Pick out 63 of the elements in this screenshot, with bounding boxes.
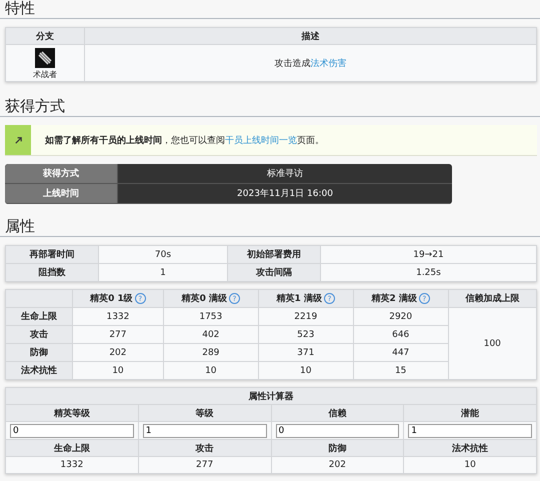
table-cell: 10 [163,362,258,380]
row-header: 再部署时间 [6,246,98,264]
row-header: 阻挡数 [6,264,98,282]
column-header: 等级 [138,404,271,422]
column-header: 分支 [6,28,84,44]
column-header: 信赖 [271,404,404,422]
section-heading: 属性 [0,218,540,237]
column-header: 信赖加成上限 [465,292,520,305]
table-cell: 277 [138,456,271,474]
table-cell: 1753 [163,308,258,326]
table-cell: 100 [448,308,536,380]
table-cell: 2219 [258,308,354,326]
row-header: 生命上限 [6,308,72,326]
table-cell: 1.25s [320,264,536,282]
column-header: 精英2 满级 [371,292,417,305]
table-cell: 202 [72,344,164,362]
table-cell: 371 [258,344,354,362]
table-cell: 10 [258,362,354,380]
row-header: 攻击 [6,326,72,344]
row-header: 获得方式 [5,164,117,184]
column-header: 精英0 1级 [90,292,133,305]
table-cell: 10 [72,362,164,380]
table-cell: 2920 [353,308,448,326]
column-header: 生命上限 [6,440,138,456]
table-cell: 标准寻访 [117,164,452,184]
table-cell: 1332 [6,456,138,474]
input-field[interactable]: 0 [276,424,400,438]
release-list-link[interactable]: 干员上线时间一览 [225,136,297,146]
table-title: 属性计算器 [6,388,536,404]
trait-description: 攻击造成法术伤害 [274,58,346,68]
table-cell: 10 [404,456,536,474]
column-header: 法术抗性 [404,440,536,456]
section-heading: 特性 [0,0,540,19]
row-header: 法术抗性 [6,362,72,380]
table-cell: 1 [98,264,228,282]
column-header: 精英等级 [6,404,138,422]
row-header: 初始部署费用 [227,246,320,264]
table-cell: 289 [163,344,258,362]
table-cell: 202 [271,456,404,474]
section-heading: 获得方式 [0,98,540,117]
table-cell: 2023年11月1日 16:00 [117,184,452,204]
damage-link[interactable]: 法术伤害 [310,58,346,68]
column-header: 精英0 满级 [182,292,228,305]
table-cell: 70s [98,246,228,264]
branch-label: 术战者 [32,68,58,80]
row-header: 攻击间隔 [227,264,320,282]
column-header: 攻击 [138,440,271,456]
input-field[interactable]: 1 [142,424,266,438]
row-header: 防御 [6,344,72,362]
row-header: 上线时间 [5,184,117,204]
column-header: 潜能 [404,404,536,422]
table-cell: 402 [163,326,258,344]
input-field[interactable]: 1 [408,424,532,438]
arrow-icon [14,136,22,144]
table-cell: 277 [72,326,164,344]
notice-text: 如需了解所有干员的上线时间，您也可以查阅干员上线时间一览页面。 [44,134,324,146]
input-field[interactable]: 0 [10,424,134,438]
table-cell: 523 [258,326,354,344]
column-header: 描述 [84,28,536,44]
column-header: 精英1 满级 [276,292,322,305]
table-cell: 1332 [72,308,164,326]
table-cell: 19→21 [320,246,536,264]
column-header: 防御 [271,440,404,456]
